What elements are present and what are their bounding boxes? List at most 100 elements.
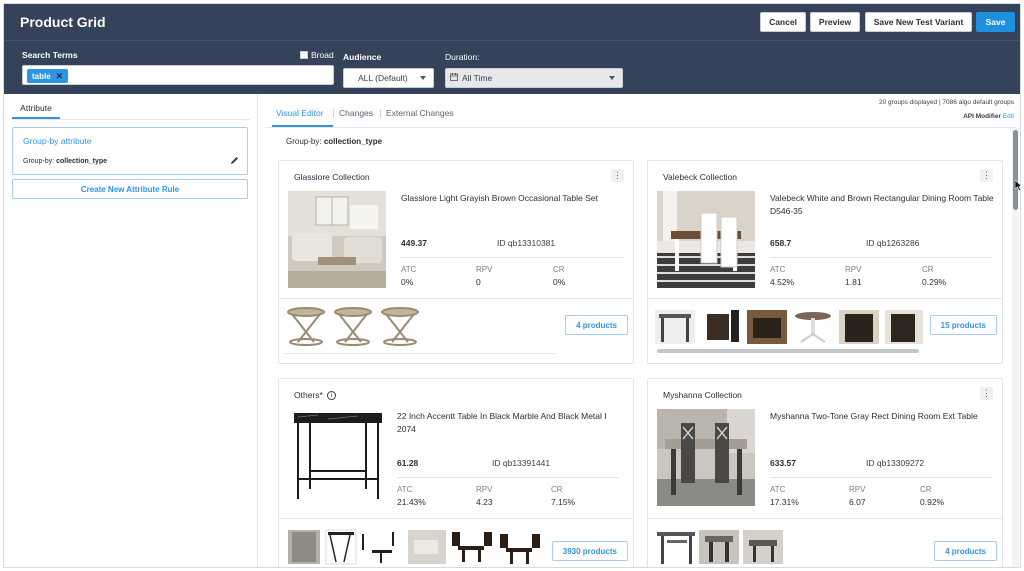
product-thumbnails[interactable] — [653, 304, 925, 348]
tab-visual-editor[interactable]: Visual Editor — [276, 108, 324, 118]
products-count-button[interactable]: 15 products — [929, 315, 997, 335]
product-price: 449.37 — [401, 238, 427, 248]
tab-external-changes[interactable]: External Changes — [386, 108, 454, 118]
product-thumbnails[interactable] — [284, 524, 544, 568]
group-by-attribute-card[interactable]: Group-by attribute Group-by: collection_… — [12, 127, 248, 175]
product-price: 61.28 — [397, 458, 419, 468]
atc-value: 21.43% — [397, 497, 426, 507]
preview-button[interactable]: Preview — [810, 12, 860, 32]
divider — [333, 109, 334, 118]
collection-name: Valebeck Collection — [663, 172, 738, 182]
collection-card: Others*i ⋮ 22 Inch Accentt Table In Blac… — [278, 378, 634, 568]
cancel-button[interactable]: Cancel — [760, 12, 806, 32]
divider — [12, 119, 250, 120]
create-attribute-rule-button[interactable]: Create New Attribute Rule — [12, 179, 248, 199]
pencil-icon[interactable] — [230, 156, 239, 167]
calendar-icon — [450, 73, 458, 83]
more-options-icon[interactable]: ⋮ — [980, 169, 993, 182]
audience-label: Audience — [343, 52, 382, 62]
product-title[interactable]: Valebeck White and Brown Rectangular Din… — [770, 192, 995, 218]
search-chip[interactable]: table ✕ — [27, 69, 69, 83]
api-modifier-edit-link[interactable]: Edit — [1003, 113, 1014, 120]
scrollbar-thumb[interactable] — [1013, 130, 1018, 210]
divider — [648, 298, 1002, 299]
top-bar: Product Grid Cancel Preview Save New Tes… — [4, 4, 1020, 40]
save-test-variant-button[interactable]: Save New Test Variant — [865, 12, 972, 32]
app-window: Product Grid Cancel Preview Save New Tes… — [3, 3, 1021, 568]
divider — [279, 518, 633, 519]
product-image[interactable] — [657, 191, 755, 288]
close-icon[interactable]: ✕ — [56, 71, 64, 82]
product-image[interactable] — [657, 409, 755, 506]
save-button[interactable]: Save — [976, 12, 1015, 32]
page-title: Product Grid — [20, 14, 106, 30]
search-chip-label: table — [32, 71, 51, 81]
tab-attribute[interactable]: Attribute — [12, 103, 60, 119]
product-thumbnails[interactable] — [653, 524, 793, 568]
chevron-down-icon — [420, 76, 426, 80]
search-terms-input[interactable]: table ✕ — [22, 65, 334, 85]
more-options-icon[interactable]: ⋮ — [611, 169, 624, 182]
atc-value: 0% — [401, 277, 414, 287]
collection-card: Glasslore Collection ⋮ Glasslore Light G… — [278, 160, 634, 364]
broad-checkbox[interactable] — [300, 51, 308, 59]
divider — [284, 353, 556, 354]
divider — [401, 257, 623, 258]
products-count-button[interactable]: 4 products — [934, 541, 997, 561]
duration-value: All Time — [462, 73, 493, 83]
cursor-icon — [1014, 179, 1020, 193]
info-icon[interactable]: i — [326, 391, 336, 401]
atc-value: 17.31% — [770, 497, 799, 507]
collection-name-row: Others* i — [294, 390, 336, 401]
groupby-heading-label: Group-by: — [286, 137, 322, 146]
divider — [648, 518, 1002, 519]
atc-label: ATC — [401, 265, 417, 274]
group-by-row: Group-by: collection_type — [23, 158, 107, 165]
divider — [380, 109, 381, 118]
cr-value: 0% — [553, 277, 566, 287]
divider — [279, 298, 633, 299]
group-by-title: Group-by attribute — [23, 136, 92, 146]
tab-changes[interactable]: Changes — [339, 108, 373, 118]
product-id: ID qb13309272 — [866, 458, 925, 468]
atc-label: ATC — [770, 265, 786, 274]
cr-value: 0.92% — [920, 497, 945, 507]
broad-label: Broad — [311, 50, 334, 60]
cr-label: CR — [920, 485, 932, 494]
collection-name: Myshanna Collection — [663, 390, 742, 400]
product-id: ID qb13391441 — [492, 458, 551, 468]
product-thumbnails[interactable] — [284, 304, 434, 348]
products-count-button[interactable]: 4 products — [565, 315, 628, 335]
product-title[interactable]: Glasslore Light Grayish Brown Occasional… — [401, 192, 626, 205]
rpv-value: 6.07 — [849, 497, 866, 507]
product-image[interactable] — [288, 409, 386, 506]
product-title[interactable]: Myshanna Two-Tone Gray Rect Dining Room … — [770, 410, 995, 423]
products-count-button[interactable]: 3930 products — [551, 541, 628, 561]
divider — [397, 477, 619, 478]
product-price: 633.57 — [770, 458, 796, 468]
rpv-value: 1.81 — [845, 277, 862, 287]
collection-card: Myshanna Collection ⋮ Myshanna Two-Tone … — [647, 378, 1003, 568]
audience-select[interactable]: ALL (Default) — [343, 68, 434, 88]
group-by-label: Group-by: — [23, 158, 55, 165]
collection-name: Glasslore Collection — [294, 172, 370, 182]
rpv-value: 0 — [476, 277, 481, 287]
thumbnail-scrollbar[interactable] — [657, 349, 919, 353]
divider — [266, 127, 1016, 128]
collection-name: Others* — [294, 390, 323, 400]
duration-select[interactable]: All Time — [445, 68, 623, 88]
product-image[interactable] — [288, 191, 386, 288]
audience-value: ALL (Default) — [358, 73, 408, 83]
group-by-value: collection_type — [56, 158, 108, 165]
product-price: 658.7 — [770, 238, 792, 248]
cr-label: CR — [551, 485, 563, 494]
api-modifier-row: API Modifier Edit — [963, 113, 1014, 120]
rpv-label: RPV — [476, 265, 493, 274]
divider — [770, 257, 992, 258]
cr-label: CR — [922, 265, 934, 274]
rpv-value: 4.23 — [476, 497, 493, 507]
product-title[interactable]: 22 Inch Accentt Table In Black Marble An… — [397, 410, 622, 436]
rpv-label: RPV — [849, 485, 866, 494]
atc-value: 4.52% — [770, 277, 795, 287]
more-options-icon[interactable]: ⋮ — [980, 387, 993, 400]
